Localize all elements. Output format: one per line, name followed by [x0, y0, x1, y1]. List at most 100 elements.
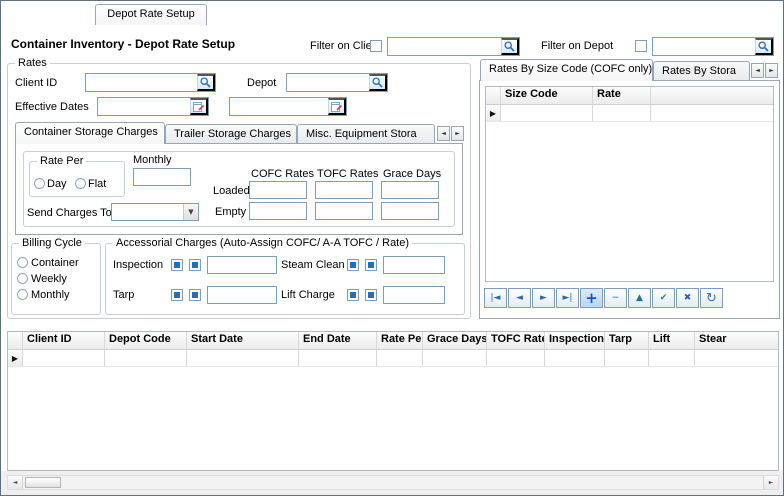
accessorial-charges-label: Accessorial Charges (Auto-Assign COFC/ A…: [113, 237, 412, 249]
header-steam[interactable]: Stear: [695, 332, 778, 349]
date-picker-icon: [192, 100, 205, 113]
billing-monthly-radio[interactable]: [17, 289, 28, 300]
steam-clean-tofc-checkbox[interactable]: [365, 259, 377, 271]
scrollbar-thumb[interactable]: [25, 477, 61, 488]
nav-prior-button[interactable]: ◄: [508, 288, 531, 308]
header-start-date[interactable]: Start Date: [187, 332, 299, 349]
header-end-date[interactable]: End Date: [299, 332, 377, 349]
dropdown-arrow-icon[interactable]: ▼: [183, 204, 198, 220]
rate-per-day-label: Day: [47, 178, 67, 190]
rates-group-label: Rates: [15, 57, 50, 69]
nav-last-button[interactable]: ►|: [556, 288, 579, 308]
header-client-id[interactable]: Client ID: [23, 332, 105, 349]
scrollbar-track[interactable]: [23, 476, 763, 489]
tab-depot-rate-setup[interactable]: Depot Rate Setup: [95, 4, 207, 25]
empty-grace-days-input[interactable]: [382, 203, 438, 219]
tarp-rate-input[interactable]: [208, 287, 276, 303]
filter-on-client-checkbox[interactable]: [370, 40, 382, 52]
nav-refresh-button[interactable]: ↻: [700, 288, 723, 308]
cell-start-date[interactable]: [187, 350, 299, 366]
tab-rates-by-size-code[interactable]: Rates By Size Code (COFC only): [480, 59, 653, 81]
effective-date-to-picker-button[interactable]: [328, 98, 346, 115]
effective-date-from-input[interactable]: [98, 98, 190, 115]
lift-charge-tofc-checkbox[interactable]: [365, 289, 377, 301]
tarp-cofc-checkbox[interactable]: [171, 289, 183, 301]
tab-container-storage-charges[interactable]: Container Storage Charges: [15, 122, 165, 144]
depot-input[interactable]: [287, 74, 369, 91]
size-grid-row[interactable]: ▶: [486, 105, 773, 122]
search-icon: [371, 76, 384, 89]
rate-per-day-radio[interactable]: [34, 178, 45, 189]
effective-date-from-picker-button[interactable]: [190, 98, 208, 115]
scrollbar-right-button[interactable]: ►: [763, 476, 778, 489]
size-tabs-scroll-right-button[interactable]: ►: [765, 63, 778, 78]
nav-cancel-button[interactable]: ✖: [676, 288, 699, 308]
scrollbar-left-button[interactable]: ◄: [8, 476, 23, 489]
empty-cofc-input[interactable]: [250, 203, 306, 219]
steam-clean-rate-input[interactable]: [384, 257, 444, 273]
nav-first-button[interactable]: |◄: [484, 288, 507, 308]
cell-tofc-rate[interactable]: [487, 350, 545, 366]
nav-insert-button[interactable]: +: [580, 288, 603, 308]
cell-end-date[interactable]: [299, 350, 377, 366]
rate-column-header[interactable]: Rate: [593, 87, 651, 104]
rate-per-flat-radio[interactable]: [75, 178, 86, 189]
next-record-icon: ►: [540, 293, 547, 303]
send-charges-to-label: Send Charges To: [27, 207, 112, 219]
inspection-cofc-checkbox[interactable]: [171, 259, 183, 271]
loaded-cofc-input[interactable]: [250, 182, 306, 198]
depot-rates-grid: Client ID Depot Code Start Date End Date…: [7, 331, 779, 471]
header-rate-per[interactable]: Rate Per: [377, 332, 423, 349]
nav-post-button[interactable]: ✔: [652, 288, 675, 308]
cell-rate-per[interactable]: [377, 350, 423, 366]
header-lift[interactable]: Lift: [649, 332, 695, 349]
filter-client-lookup-button[interactable]: [501, 38, 519, 55]
filter-client-input[interactable]: [388, 38, 501, 55]
filter-depot-input[interactable]: [653, 38, 755, 55]
tarp-tofc-checkbox[interactable]: [189, 289, 201, 301]
header-inspection[interactable]: Inspection: [545, 332, 605, 349]
filter-depot-lookup-button[interactable]: [755, 38, 773, 55]
inspection-tofc-checkbox[interactable]: [189, 259, 201, 271]
steam-clean-cofc-checkbox[interactable]: [347, 259, 359, 271]
inspection-rate-input[interactable]: [208, 257, 276, 273]
nav-edit-button[interactable]: ▲: [628, 288, 651, 308]
header-tofc-rate[interactable]: TOFC Rate: [487, 332, 545, 349]
client-id-input[interactable]: [86, 74, 197, 91]
effective-date-to-input[interactable]: [230, 98, 328, 115]
lift-charge-rate-input[interactable]: [384, 287, 444, 303]
empty-tofc-input[interactable]: [316, 203, 372, 219]
client-id-lookup-button[interactable]: [197, 74, 215, 91]
filter-on-depot-checkbox[interactable]: [635, 40, 647, 52]
size-code-cell[interactable]: [501, 105, 593, 121]
size-tabs-scroll-left-button[interactable]: ◄: [751, 63, 764, 78]
storage-tabs-scroll-right-button[interactable]: ►: [451, 126, 464, 141]
size-code-column-header[interactable]: Size Code: [501, 87, 593, 104]
cell-tarp[interactable]: [605, 350, 649, 366]
cell-lift[interactable]: [649, 350, 695, 366]
depot-lookup-button[interactable]: [369, 74, 387, 91]
header-depot-code[interactable]: Depot Code: [105, 332, 187, 349]
header-tarp[interactable]: Tarp: [605, 332, 649, 349]
tab-misc-equipment-storage[interactable]: Misc. Equipment Stora: [297, 124, 435, 144]
depot-rates-grid-row[interactable]: ▶: [8, 350, 778, 367]
loaded-grace-days-input[interactable]: [382, 182, 438, 198]
storage-tabs-scroll-left-button[interactable]: ◄: [437, 126, 450, 141]
monthly-input[interactable]: [134, 169, 190, 185]
header-grace-days[interactable]: Grace Days: [423, 332, 487, 349]
loaded-tofc-input[interactable]: [316, 182, 372, 198]
billing-container-radio[interactable]: [17, 257, 28, 268]
send-charges-to-combobox[interactable]: ▼: [111, 203, 199, 221]
cell-inspection[interactable]: [545, 350, 605, 366]
cell-client-id[interactable]: [23, 350, 105, 366]
lift-charge-cofc-checkbox[interactable]: [347, 289, 359, 301]
cell-grace-days[interactable]: [423, 350, 487, 366]
tab-trailer-storage-charges[interactable]: Trailer Storage Charges: [165, 124, 297, 144]
horizontal-scrollbar[interactable]: ◄ ►: [7, 475, 779, 490]
tab-rates-by-storage[interactable]: Rates By Stora: [653, 61, 750, 81]
rate-cell[interactable]: [593, 105, 651, 121]
nav-next-button[interactable]: ►: [532, 288, 555, 308]
nav-delete-button[interactable]: −: [604, 288, 627, 308]
billing-weekly-radio[interactable]: [17, 273, 28, 284]
cell-depot-code[interactable]: [105, 350, 187, 366]
